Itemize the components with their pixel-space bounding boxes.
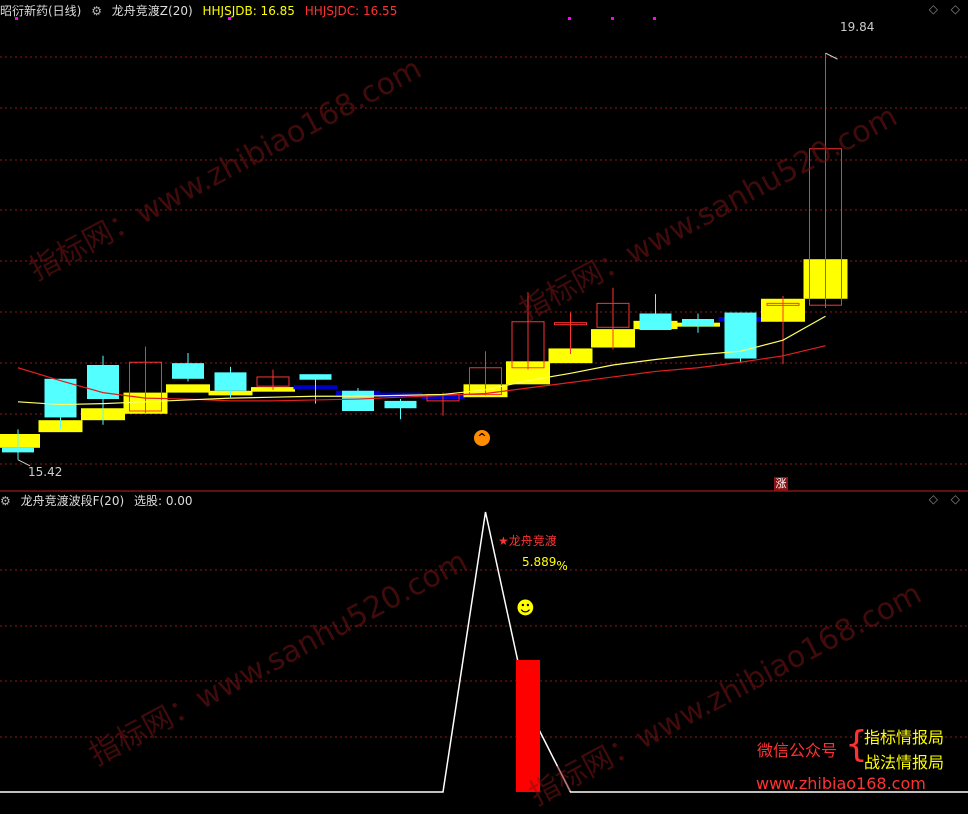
pct-sign: %	[556, 559, 568, 573]
lower-header: ⚙ 龙舟竞渡波段F(20) 选股: 0.00	[0, 492, 199, 510]
candle-body	[299, 374, 332, 380]
indicator-title: 龙舟竞渡Z(20)	[111, 4, 193, 18]
select-value: 选股: 0.00	[133, 494, 193, 508]
panel-close-icon[interactable]: ◇	[951, 2, 960, 16]
hhjsjdb-value: HHJSJDB: 16.85	[202, 4, 295, 18]
candle-body	[214, 372, 247, 391]
candle-body	[342, 390, 374, 411]
stock-title: 昭衍新药(日线)	[0, 4, 82, 18]
top-header: 昭衍新药(日线) ⚙ 龙舟竞渡Z(20) HHJSJDB: 16.85 HHJS…	[0, 2, 403, 20]
signal-dot	[611, 17, 614, 20]
trend-band	[0, 434, 40, 448]
candle-body	[682, 319, 714, 327]
candle-body	[384, 400, 417, 409]
high-price-label: 19.84	[840, 20, 875, 34]
pct-label: 5.889%	[522, 555, 568, 573]
signal-dot	[653, 17, 656, 20]
panel-up-icon[interactable]: ◇	[929, 2, 938, 16]
promo-line1: 指标情报局	[864, 728, 945, 747]
promo-url: www.zhibiao168.com	[756, 774, 926, 793]
settings-icon[interactable]: ⚙	[91, 4, 102, 18]
candle-body	[2, 447, 34, 453]
trend-band	[166, 384, 210, 393]
low-price-label: 15.42	[28, 465, 63, 479]
candle-body	[44, 378, 77, 418]
promo-wechat: 微信公众号	[757, 741, 838, 760]
chart-svg	[0, 17, 968, 793]
signal-dot	[568, 17, 571, 20]
settings-icon[interactable]: ⚙	[0, 494, 11, 508]
smiley-icon: ☻	[516, 598, 535, 619]
signal-bar	[516, 660, 540, 792]
candle-body	[639, 313, 672, 331]
signal-label: ★龙舟竞渡	[498, 534, 557, 548]
lower-panel-close-icon[interactable]: ◇	[951, 492, 960, 506]
lower-panel-up-icon[interactable]: ◇	[929, 492, 938, 506]
candle-body	[172, 363, 204, 379]
rise-tag: 涨	[774, 477, 788, 491]
chart-stage: 昭衍新药(日线) ⚙ 龙舟竞渡Z(20) HHJSJDB: 16.85 HHJS…	[0, 0, 968, 813]
pct-value: 5.889	[522, 555, 557, 569]
hhjsjdc-value: HHJSJDC: 16.55	[304, 4, 398, 18]
ma-yellow-line	[17, 315, 826, 406]
lower-indicator-title: 龙舟竞渡波段F(20)	[20, 494, 125, 508]
chevron-up-icon: ^	[474, 430, 490, 446]
promo-line2: 战法情报局	[864, 753, 945, 772]
high-marker	[825, 52, 838, 60]
